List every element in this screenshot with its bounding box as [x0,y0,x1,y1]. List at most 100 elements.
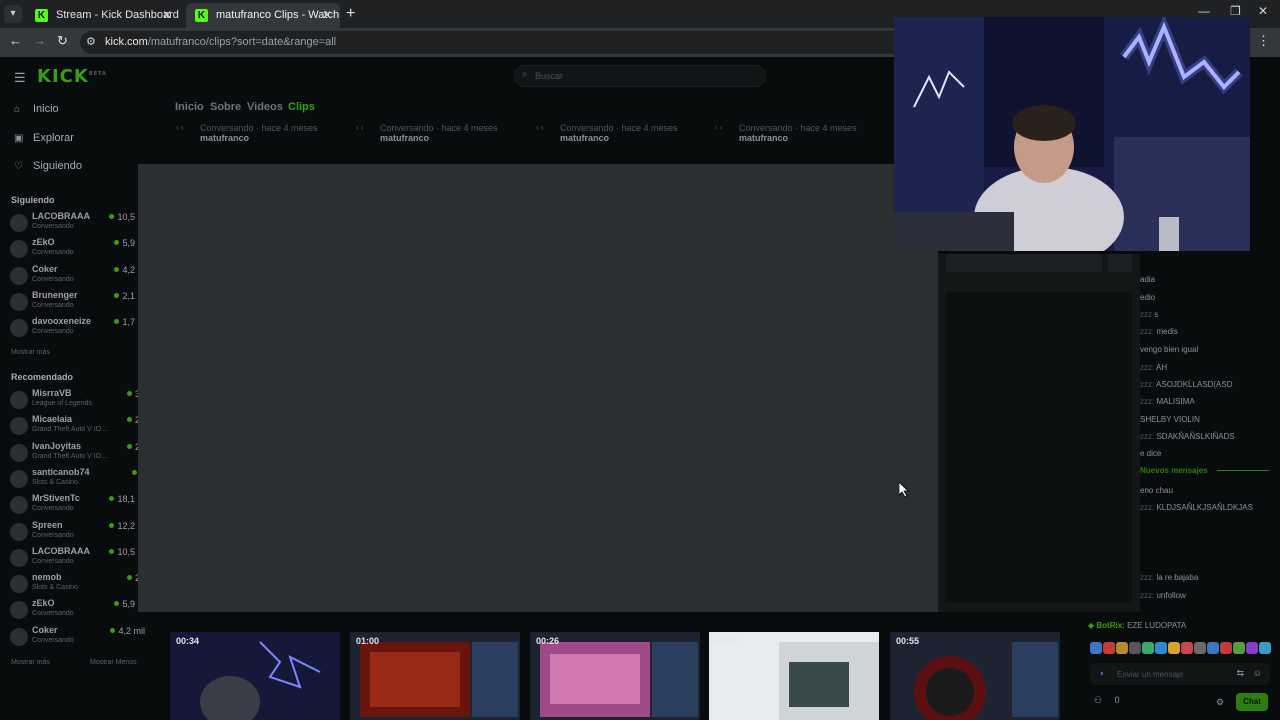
avatar [10,319,28,338]
emote-icon[interactable] [1233,642,1245,654]
avatar [10,496,28,515]
restore-window-icon[interactable]: ❐ [1230,4,1241,18]
sidebar-channel[interactable]: MisrraVBLeague of Legends39 [10,388,145,414]
sidebar-channel[interactable]: nemobSlots & Casino26 [10,572,145,598]
show-more-following[interactable]: Mostrar más [11,349,50,356]
address-bar[interactable]: ⚙ kick.com/matufranco/clips?sort=date&ra… [80,31,940,54]
sidebar-channel[interactable]: santicanob74Slots & Casino5 [10,467,145,493]
chat-points[interactable]: ⚇ 0 [1094,695,1120,706]
clip-thumbnail[interactable]: 01:00 [350,632,520,720]
back-arrow-icon[interactable]: ← [9,33,22,48]
clip-card-meta[interactable]: ‹ ‹ Conversando · hace 4 meses matufranco [356,123,498,149]
forward-arrow-icon[interactable]: → [33,33,46,48]
mouse-cursor-icon [899,482,909,498]
clip-thumbnail[interactable]: 00:55 [890,632,1060,720]
points-value: 0 [1114,695,1120,705]
site-info-icon[interactable]: ⚙ [86,35,96,48]
clip-thumbnail[interactable]: 00:20 [709,632,879,720]
new-tab-button[interactable]: + [346,3,355,25]
browser-tab-kick-dashboard[interactable]: K Stream - Kick Dashboard ✕ [26,3,180,28]
clip-card-meta[interactable]: ‹ ‹ Conversando · hace 4 meses matufranco [176,123,318,149]
chat-send-button[interactable]: Chat [1236,693,1268,711]
emote-icon[interactable] [1155,642,1167,654]
sidebar-channel[interactable]: MicaelaiaGrand Theft Auto V IO...27 [10,414,145,440]
close-window-icon[interactable]: ✕ [1258,4,1268,18]
sidebar-channel[interactable]: davooxeneize Conversando 1,7 m [10,316,145,342]
emote-icon[interactable] [1129,642,1141,654]
chat-message: zzz: SDAKÑAÑSLKIÑADS [1140,432,1235,441]
sidebar-channel[interactable]: Coker Conversando 4,2 m [10,264,145,290]
tab-sobre[interactable]: Sobre [210,101,241,113]
show-more-recommended[interactable]: Mostrar más [11,659,50,666]
nav-explorar[interactable]: ▣ Explorar [14,132,74,144]
chat-message: e dice [1140,449,1161,458]
emote-icon[interactable] [1259,642,1271,654]
chat-settings-icon[interactable]: ⚙ [1216,697,1224,708]
browser-menu-icon[interactable]: ⋮ [1257,33,1270,49]
emote-icon[interactable] [1181,642,1193,654]
clip-thumbnail[interactable]: 00:26 [530,632,700,720]
tab-inicio[interactable]: Inicio [175,101,204,113]
points-icon: ⚇ [1094,695,1103,705]
panel-skeleton-bar [946,254,1102,272]
nav-inicio[interactable]: ⌂ Inicio [14,103,59,115]
clip-player-modal[interactable] [138,164,938,612]
chat-username: zzz: [1140,397,1155,406]
kick-logo[interactable]: KICKBETA [37,66,107,87]
emote-icon[interactable] [1168,642,1180,654]
chevron-icon: ‹ ‹ [356,123,364,132]
chat-message: zzz s [1140,310,1158,319]
emote-icon[interactable] [1103,642,1115,654]
chat-text: unfollow [1156,591,1186,600]
emote-icon[interactable] [1220,642,1232,654]
sidebar-channel[interactable]: zEkO Conversando 5,9 m [10,237,145,263]
channel-name: MrStivenTc [32,493,80,504]
chat-input[interactable]: ◗ Enviar un mensaje ⇆ ☺ [1090,663,1270,685]
avatar [10,548,28,567]
emote-icon[interactable] [1090,642,1102,654]
sidebar-channel[interactable]: Coker Conversando 4,2 mil [10,625,145,651]
sidebar-channel[interactable]: Brunenger Conversando 2,1 m [10,290,145,316]
tab-clips[interactable]: Clips [288,101,315,113]
tab-search-menu-icon[interactable]: ▾ [4,5,22,23]
emote-icon[interactable] [1116,642,1128,654]
clip-thumbnail[interactable]: 00:34 [170,632,340,720]
minimize-window-icon[interactable]: — [1198,4,1210,18]
chat-text: SHELBY VIOLIN [1140,415,1200,424]
channel-name: IvanJoyitas [32,440,82,451]
show-less-recommended[interactable]: Mostrar Menos [90,659,137,666]
sidebar-channel[interactable]: MrStivenTc Conversando 18,1 m [10,493,145,519]
channel-name: nemob [32,572,62,583]
clip-card-meta[interactable]: ‹ ‹ Conversando · hace 4 meses matufranco [715,123,857,149]
avatar [10,627,28,646]
close-tab-icon[interactable]: ✕ [322,3,332,28]
sidebar-channel[interactable]: LACOBRAAA Conversando 10,5 m [10,546,145,572]
close-tab-icon[interactable]: ✕ [162,3,172,28]
browser-tab-clips[interactable]: K matufranco Clips - Watch Live o ✕ [186,3,340,28]
chat-message: zzz: unfollow [1140,591,1186,600]
avatar [10,601,28,620]
emote-picker-icon[interactable]: ◗ [1099,668,1104,678]
channel-name: zEkO [32,598,55,609]
translate-icon[interactable]: ⇆ [1236,668,1244,679]
search-input[interactable]: ⌕ Buscar [514,65,766,87]
sidebar-channel[interactable]: IvanJoyitasGrand Theft Auto V IO...22 [10,441,145,467]
clip-card-meta[interactable]: ‹ ‹ Conversando · hace 4 meses matufranco [536,123,678,149]
emote-icon[interactable] [1246,642,1258,654]
panel-skeleton-button [1108,254,1132,272]
sidebar-channel[interactable]: Spreen Conversando 12,2 m [10,520,145,546]
sidebar-channel[interactable]: zEkO Conversando 5,9 m [10,598,145,624]
tab-videos[interactable]: Videos [247,101,283,113]
sidebar-channel[interactable]: LACOBRAAA Conversando 10,5 m [10,211,145,237]
nav-siguiendo[interactable]: ♡ Siguiendo [14,160,82,172]
channel-category: Slots & Casino [32,584,78,592]
chat-message: eno chau [1140,486,1173,495]
hamburger-menu-icon[interactable]: ☰ [14,70,26,86]
emote-icon[interactable] [1142,642,1154,654]
emote-icon[interactable] [1207,642,1219,654]
panel-skeleton-body [946,292,1132,602]
chat-text: adia [1140,275,1156,284]
reload-icon[interactable]: ↻ [57,33,68,49]
emoji-icon[interactable]: ☺ [1253,668,1262,678]
emote-icon[interactable] [1194,642,1206,654]
